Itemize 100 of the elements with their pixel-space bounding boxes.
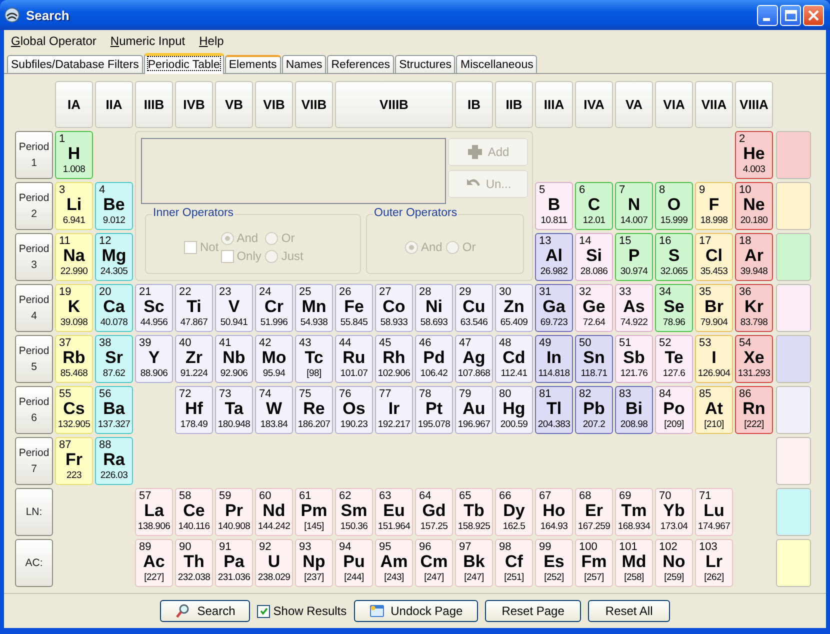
- group-header[interactable]: IIB: [495, 81, 533, 128]
- element-tile[interactable]: 86 Rn [222]: [735, 386, 773, 434]
- element-tile[interactable]: 64 Gd 157.25: [415, 488, 453, 536]
- element-tile[interactable]: 22 Ti 47.867: [175, 284, 213, 332]
- element-tile[interactable]: 27 Co 58.933: [375, 284, 413, 332]
- category-swatch[interactable]: [776, 182, 811, 230]
- element-tile[interactable]: 53 I 126.904: [695, 335, 733, 383]
- minimize-button[interactable]: [757, 4, 778, 26]
- element-tile[interactable]: 99 Es [252]: [535, 539, 573, 587]
- element-tile[interactable]: 52 Te 127.6: [655, 335, 693, 383]
- element-tile[interactable]: 32 Ge 72.64: [575, 284, 613, 332]
- element-tile[interactable]: 12 Mg 24.305: [95, 233, 133, 281]
- element-tile[interactable]: 85 At [210]: [695, 386, 733, 434]
- element-tile[interactable]: 15 P 30.974: [615, 233, 653, 281]
- element-tile[interactable]: 3 Li 6.941: [55, 182, 93, 230]
- element-tile[interactable]: 69 Tm 168.934: [615, 488, 653, 536]
- element-tile[interactable]: 88 Ra 226.03: [95, 437, 133, 485]
- group-header[interactable]: IVB: [175, 81, 213, 128]
- reset-all-button[interactable]: Reset All: [588, 600, 670, 622]
- element-tile[interactable]: 50 Sn 118.71: [575, 335, 613, 383]
- element-tile[interactable]: 37 Rb 85.468: [55, 335, 93, 383]
- element-tile[interactable]: 5 B 10.811: [535, 182, 573, 230]
- search-button[interactable]: Search: [160, 600, 250, 622]
- element-tile[interactable]: 43 Tc [98]: [295, 335, 333, 383]
- element-tile[interactable]: 42 Mo 95.94: [255, 335, 293, 383]
- element-tile[interactable]: 45 Rh 102.906: [375, 335, 413, 383]
- category-swatch[interactable]: [776, 437, 811, 485]
- category-swatch[interactable]: [776, 539, 811, 587]
- element-tile[interactable]: 25 Mn 54.938: [295, 284, 333, 332]
- group-header[interactable]: VIB: [255, 81, 293, 128]
- element-tile[interactable]: 67 Ho 164.93: [535, 488, 573, 536]
- element-tile[interactable]: 7 N 14.007: [615, 182, 653, 230]
- menu-item[interactable]: Help: [199, 34, 224, 48]
- element-tile[interactable]: 75 Re 186.207: [295, 386, 333, 434]
- element-tile[interactable]: 8 O 15.999: [655, 182, 693, 230]
- element-tile[interactable]: 65 Tb 158.925: [455, 488, 493, 536]
- element-tile[interactable]: 35 Br 79.904: [695, 284, 733, 332]
- tab[interactable]: Names: [282, 55, 326, 73]
- group-header[interactable]: IB: [455, 81, 493, 128]
- element-tile[interactable]: 17 Cl 35.453: [695, 233, 733, 281]
- tab[interactable]: Periodic Table: [144, 53, 224, 74]
- element-tile[interactable]: 55 Cs 132.905: [55, 386, 93, 434]
- reset-page-button[interactable]: Reset Page: [484, 600, 582, 622]
- category-swatch[interactable]: [776, 131, 811, 179]
- element-tile[interactable]: 31 Ga 69.723: [535, 284, 573, 332]
- tab[interactable]: Structures: [395, 55, 456, 73]
- element-tile[interactable]: 96 Cm [247]: [415, 539, 453, 587]
- period-button[interactable]: AC:: [15, 539, 53, 587]
- group-header[interactable]: VA: [615, 81, 653, 128]
- element-tile[interactable]: 38 Sr 87.62: [95, 335, 133, 383]
- element-tile[interactable]: 57 La 138.906: [135, 488, 173, 536]
- period-button[interactable]: Period 4: [15, 284, 53, 332]
- group-header[interactable]: VIIA: [695, 81, 733, 128]
- element-tile[interactable]: 44 Ru 101.07: [335, 335, 373, 383]
- element-tile[interactable]: 76 Os 190.23: [335, 386, 373, 434]
- close-button[interactable]: [803, 4, 824, 26]
- element-tile[interactable]: 20 Ca 40.078: [95, 284, 133, 332]
- element-tile[interactable]: 47 Ag 107.868: [455, 335, 493, 383]
- element-tile[interactable]: 78 Pt 195.078: [415, 386, 453, 434]
- element-tile[interactable]: 84 Po [209]: [655, 386, 693, 434]
- category-swatch[interactable]: [776, 488, 811, 536]
- element-tile[interactable]: 97 Bk [247]: [455, 539, 493, 587]
- element-tile[interactable]: 62 Sm 150.36: [335, 488, 373, 536]
- element-tile[interactable]: 56 Ba 137.327: [95, 386, 133, 434]
- element-tile[interactable]: 48 Cd 112.41: [495, 335, 533, 383]
- group-header[interactable]: VIIIB: [335, 81, 453, 128]
- period-button[interactable]: LN:: [15, 488, 53, 536]
- element-tile[interactable]: 39 Y 88.906: [135, 335, 173, 383]
- element-tile[interactable]: 49 In 114.818: [535, 335, 573, 383]
- show-results-checkbox[interactable]: Show Results: [257, 604, 347, 618]
- period-button[interactable]: Period 5: [15, 335, 53, 383]
- element-tile[interactable]: 28 Ni 58.693: [415, 284, 453, 332]
- period-button[interactable]: Period 3: [15, 233, 53, 281]
- tab[interactable]: Subfiles/Database Filters: [7, 55, 143, 73]
- element-tile[interactable]: 40 Zr 91.224: [175, 335, 213, 383]
- element-tile[interactable]: 18 Ar 39.948: [735, 233, 773, 281]
- element-tile[interactable]: 94 Pu [244]: [335, 539, 373, 587]
- element-tile[interactable]: 54 Xe 131.293: [735, 335, 773, 383]
- element-tile[interactable]: 59 Pr 140.908: [215, 488, 253, 536]
- element-tile[interactable]: 51 Sb 121.76: [615, 335, 653, 383]
- group-header[interactable]: IVA: [575, 81, 613, 128]
- element-tile[interactable]: 24 Cr 51.996: [255, 284, 293, 332]
- element-tile[interactable]: 79 Au 196.967: [455, 386, 493, 434]
- menu-item[interactable]: Numeric Input: [110, 34, 186, 48]
- element-tile[interactable]: 101 Md [258]: [615, 539, 653, 587]
- menu-item[interactable]: Global Operator: [11, 34, 96, 48]
- element-tile[interactable]: 29 Cu 63.546: [455, 284, 493, 332]
- element-tile[interactable]: 4 Be 9.012: [95, 182, 133, 230]
- element-tile[interactable]: 2 He 4.003: [735, 131, 773, 179]
- element-tile[interactable]: 26 Fe 55.845: [335, 284, 373, 332]
- element-tile[interactable]: 10 Ne 20.180: [735, 182, 773, 230]
- group-header[interactable]: IIIB: [135, 81, 173, 128]
- element-tile[interactable]: 36 Kr 83.798: [735, 284, 773, 332]
- group-header[interactable]: IIA: [95, 81, 133, 128]
- element-tile[interactable]: 41 Nb 92.906: [215, 335, 253, 383]
- maximize-button[interactable]: [780, 4, 801, 26]
- period-button[interactable]: Period 2: [15, 182, 53, 230]
- element-tile[interactable]: 73 Ta 180.948: [215, 386, 253, 434]
- category-swatch[interactable]: [776, 386, 811, 434]
- element-tile[interactable]: 74 W 183.84: [255, 386, 293, 434]
